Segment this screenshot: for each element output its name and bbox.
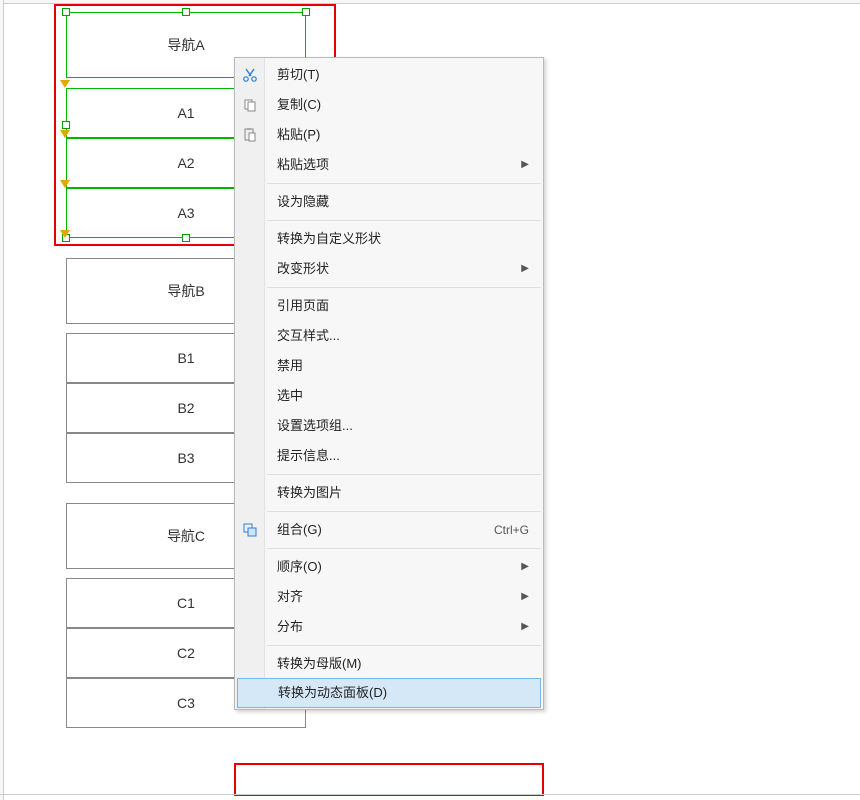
paste-icon (241, 126, 259, 144)
cell-label: 导航C (167, 526, 205, 546)
cell-label: C3 (177, 695, 195, 711)
menu-interact-style[interactable]: 交互样式... (235, 321, 543, 351)
menu-label: 提示信息... (277, 441, 340, 471)
submenu-arrow-icon: ▶ (521, 150, 529, 180)
menu-distribute[interactable]: 分布 ▶ (235, 612, 543, 642)
highlight-menu-item (234, 763, 544, 796)
menu-tooltip[interactable]: 提示信息... (235, 441, 543, 471)
menu-separator (267, 287, 541, 288)
copy-icon (241, 96, 259, 114)
menu-option-group[interactable]: 设置选项组... (235, 411, 543, 441)
menu-label: 组合(G) (277, 515, 322, 545)
menu-label: 对齐 (277, 582, 303, 612)
cell-label: A2 (177, 155, 194, 171)
connector-anchor[interactable] (60, 180, 70, 188)
menu-label: 转换为动态面板(D) (278, 678, 387, 708)
menu-label: 分布 (277, 612, 303, 642)
submenu-arrow-icon: ▶ (521, 612, 529, 642)
menu-label: 设为隐藏 (277, 187, 329, 217)
context-menu: 剪切(T) 复制(C) 粘贴(P) 粘贴选项 ▶ 设为隐藏 转换为自定义形状 改… (234, 57, 544, 710)
cell-label: B3 (177, 450, 194, 466)
cell-label: C1 (177, 595, 195, 611)
group-icon (241, 521, 259, 539)
menu-copy[interactable]: 复制(C) (235, 90, 543, 120)
menu-separator (267, 220, 541, 221)
cell-label: B1 (177, 350, 194, 366)
connector-anchor[interactable] (60, 230, 70, 238)
menu-label: 转换为自定义形状 (277, 224, 381, 254)
menu-separator (267, 645, 541, 646)
menu-shortcut: Ctrl+G (494, 515, 529, 545)
cut-icon (241, 66, 259, 84)
selection-handle[interactable] (182, 8, 190, 16)
menu-label: 选中 (277, 381, 303, 411)
menu-separator (267, 183, 541, 184)
cell-label: B2 (177, 400, 194, 416)
menu-order[interactable]: 顺序(O) ▶ (235, 552, 543, 582)
cell-label: 导航A (167, 35, 204, 55)
menu-to-image[interactable]: 转换为图片 (235, 478, 543, 508)
menu-label: 设置选项组... (277, 411, 353, 441)
menu-label: 转换为母版(M) (277, 649, 362, 679)
menu-align[interactable]: 对齐 ▶ (235, 582, 543, 612)
menu-set-hidden[interactable]: 设为隐藏 (235, 187, 543, 217)
submenu-arrow-icon: ▶ (521, 552, 529, 582)
menu-label: 改变形状 (277, 254, 329, 284)
menu-to-master[interactable]: 转换为母版(M) (235, 649, 543, 679)
menu-separator (267, 548, 541, 549)
menu-disable[interactable]: 禁用 (235, 351, 543, 381)
selection-handle[interactable] (62, 8, 70, 16)
menu-label: 顺序(O) (277, 552, 322, 582)
menu-separator (267, 511, 541, 512)
cell-label: A3 (177, 205, 194, 221)
menu-label: 剪切(T) (277, 60, 320, 90)
menu-selected[interactable]: 选中 (235, 381, 543, 411)
menu-label: 复制(C) (277, 90, 321, 120)
menu-paste-options[interactable]: 粘贴选项 ▶ (235, 150, 543, 180)
cell-label: 导航B (167, 281, 204, 301)
menu-to-dynamic-panel[interactable]: 转换为动态面板(D) (237, 678, 541, 708)
cell-label: C2 (177, 645, 195, 661)
menu-change-shape[interactable]: 改变形状 ▶ (235, 254, 543, 284)
menu-label: 交互样式... (277, 321, 340, 351)
menu-convert-shape[interactable]: 转换为自定义形状 (235, 224, 543, 254)
menu-label: 禁用 (277, 351, 303, 381)
menu-label: 粘贴选项 (277, 150, 329, 180)
menu-label: 粘贴(P) (277, 120, 320, 150)
menu-separator (267, 474, 541, 475)
menu-ref-page[interactable]: 引用页面 (235, 291, 543, 321)
menu-cut[interactable]: 剪切(T) (235, 60, 543, 90)
selection-handle[interactable] (62, 121, 70, 129)
connector-anchor[interactable] (60, 130, 70, 138)
selection-handle[interactable] (182, 234, 190, 242)
menu-label: 转换为图片 (277, 478, 342, 508)
submenu-arrow-icon: ▶ (521, 254, 529, 284)
menu-label: 引用页面 (277, 291, 329, 321)
cell-label: A1 (177, 105, 194, 121)
connector-anchor[interactable] (60, 80, 70, 88)
selection-handle[interactable] (302, 8, 310, 16)
menu-group[interactable]: 组合(G) Ctrl+G (235, 515, 543, 545)
menu-paste[interactable]: 粘贴(P) (235, 120, 543, 150)
submenu-arrow-icon: ▶ (521, 582, 529, 612)
canvas-bottom-edge (0, 794, 860, 795)
